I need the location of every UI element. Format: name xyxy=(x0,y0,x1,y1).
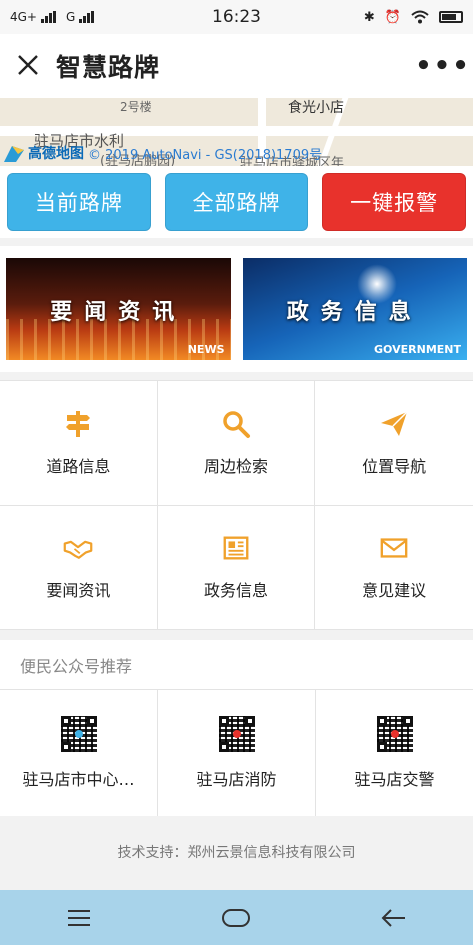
search-icon xyxy=(223,411,250,438)
government-banner-tag: GOVERNMENT xyxy=(374,343,461,356)
paper-plane-icon xyxy=(381,411,408,436)
envelope-icon xyxy=(380,538,408,558)
feature-grid: 道路信息 周边检索 位置导航 要闻资讯 政务信息 意见建议 xyxy=(0,380,473,630)
amap-logo-icon xyxy=(4,146,24,162)
menu-icon[interactable] xyxy=(64,905,94,931)
grid-item-nearby-search[interactable]: 周边检索 xyxy=(157,381,316,506)
system-nav-bar xyxy=(0,890,473,945)
grid-item-navigation[interactable]: 位置导航 xyxy=(315,381,473,506)
battery-icon xyxy=(439,11,463,23)
news-banner[interactable]: 要闻资讯 NEWS xyxy=(6,258,231,360)
qr-code-icon xyxy=(218,716,255,752)
grid-item-label: 道路信息 xyxy=(46,456,111,476)
recommend-item[interactable]: 驻马店市中心… xyxy=(0,690,158,816)
qr-code-icon xyxy=(60,716,97,752)
grid-item-label: 位置导航 xyxy=(362,456,427,476)
map-label-shop: 食光小店 xyxy=(288,100,344,116)
grid-item-label: 政务信息 xyxy=(203,581,268,601)
more-menu-button[interactable]: ••• xyxy=(413,51,473,81)
title-bar: 智慧路牌 ••• xyxy=(0,34,473,98)
alarm-button[interactable]: 一键报警 xyxy=(322,173,467,231)
current-sign-button[interactable]: 当前路牌 xyxy=(7,173,151,231)
recommend-item-name: 驻马店市中心… xyxy=(22,770,135,789)
recommend-list: 驻马店市中心… 驻马店消防 驻马店交警 xyxy=(0,690,473,816)
news-banner-tag: NEWS xyxy=(187,343,225,356)
handshake-icon xyxy=(63,540,93,560)
tech-support-text: 技术支持：郑州云景信息科技有限公司 xyxy=(117,845,356,861)
recommend-heading: 便民公众号推荐 xyxy=(0,640,473,690)
all-signs-button[interactable]: 全部路牌 xyxy=(164,173,309,231)
close-button[interactable] xyxy=(0,49,56,84)
map-credit: 高德地图 © 2019 AutoNavi - GS(2018)1709号 xyxy=(4,143,322,163)
grid-item-road-info[interactable]: 道路信息 xyxy=(0,381,158,506)
recommend-item[interactable]: 驻马店消防 xyxy=(158,690,316,816)
government-banner-title: 政务信息 xyxy=(286,300,423,325)
banner-row: 要闻资讯 NEWS 政务信息 GOVERNMENT xyxy=(0,246,473,372)
government-banner[interactable]: 政务信息 GOVERNMENT xyxy=(242,258,467,360)
grid-item-news[interactable]: 要闻资讯 xyxy=(0,505,158,630)
recommend-item[interactable]: 驻马店交警 xyxy=(316,690,473,816)
grid-item-label: 要闻资讯 xyxy=(46,581,111,601)
action-bar: 当前路牌 全部路牌 一键报警 xyxy=(0,166,473,238)
back-icon[interactable] xyxy=(379,905,409,931)
map-copyright: © 2019 AutoNavi - GS(2018)1709号 xyxy=(88,147,323,163)
status-bar: 4G+ G 16:23 ✱ ⏰ xyxy=(0,0,473,34)
qr-code-icon xyxy=(376,716,413,752)
recommend-item-name: 驻马店交警 xyxy=(354,770,435,789)
grid-item-label: 意见建议 xyxy=(362,581,427,601)
page-title: 智慧路牌 xyxy=(56,53,161,82)
grid-item-government[interactable]: 政务信息 xyxy=(157,505,316,630)
map-provider: 高德地图 xyxy=(28,146,84,162)
signpost-icon xyxy=(66,410,91,437)
grid-item-feedback[interactable]: 意见建议 xyxy=(315,506,473,630)
map-label-building: 2号楼 xyxy=(120,100,152,114)
recommend-item-name: 驻马店消防 xyxy=(196,770,277,789)
home-icon[interactable] xyxy=(221,905,251,931)
newspaper-icon xyxy=(223,536,249,560)
news-banner-title: 要闻资讯 xyxy=(50,300,187,325)
close-icon xyxy=(18,54,38,75)
clock: 16:23 xyxy=(212,7,261,27)
map-view[interactable]: 2号楼 食光小店 驻马店市水利 (驻马店鹏园) 驻马店市驿城区年 高德地图 © … xyxy=(0,98,473,166)
grid-item-label: 周边检索 xyxy=(203,456,268,476)
